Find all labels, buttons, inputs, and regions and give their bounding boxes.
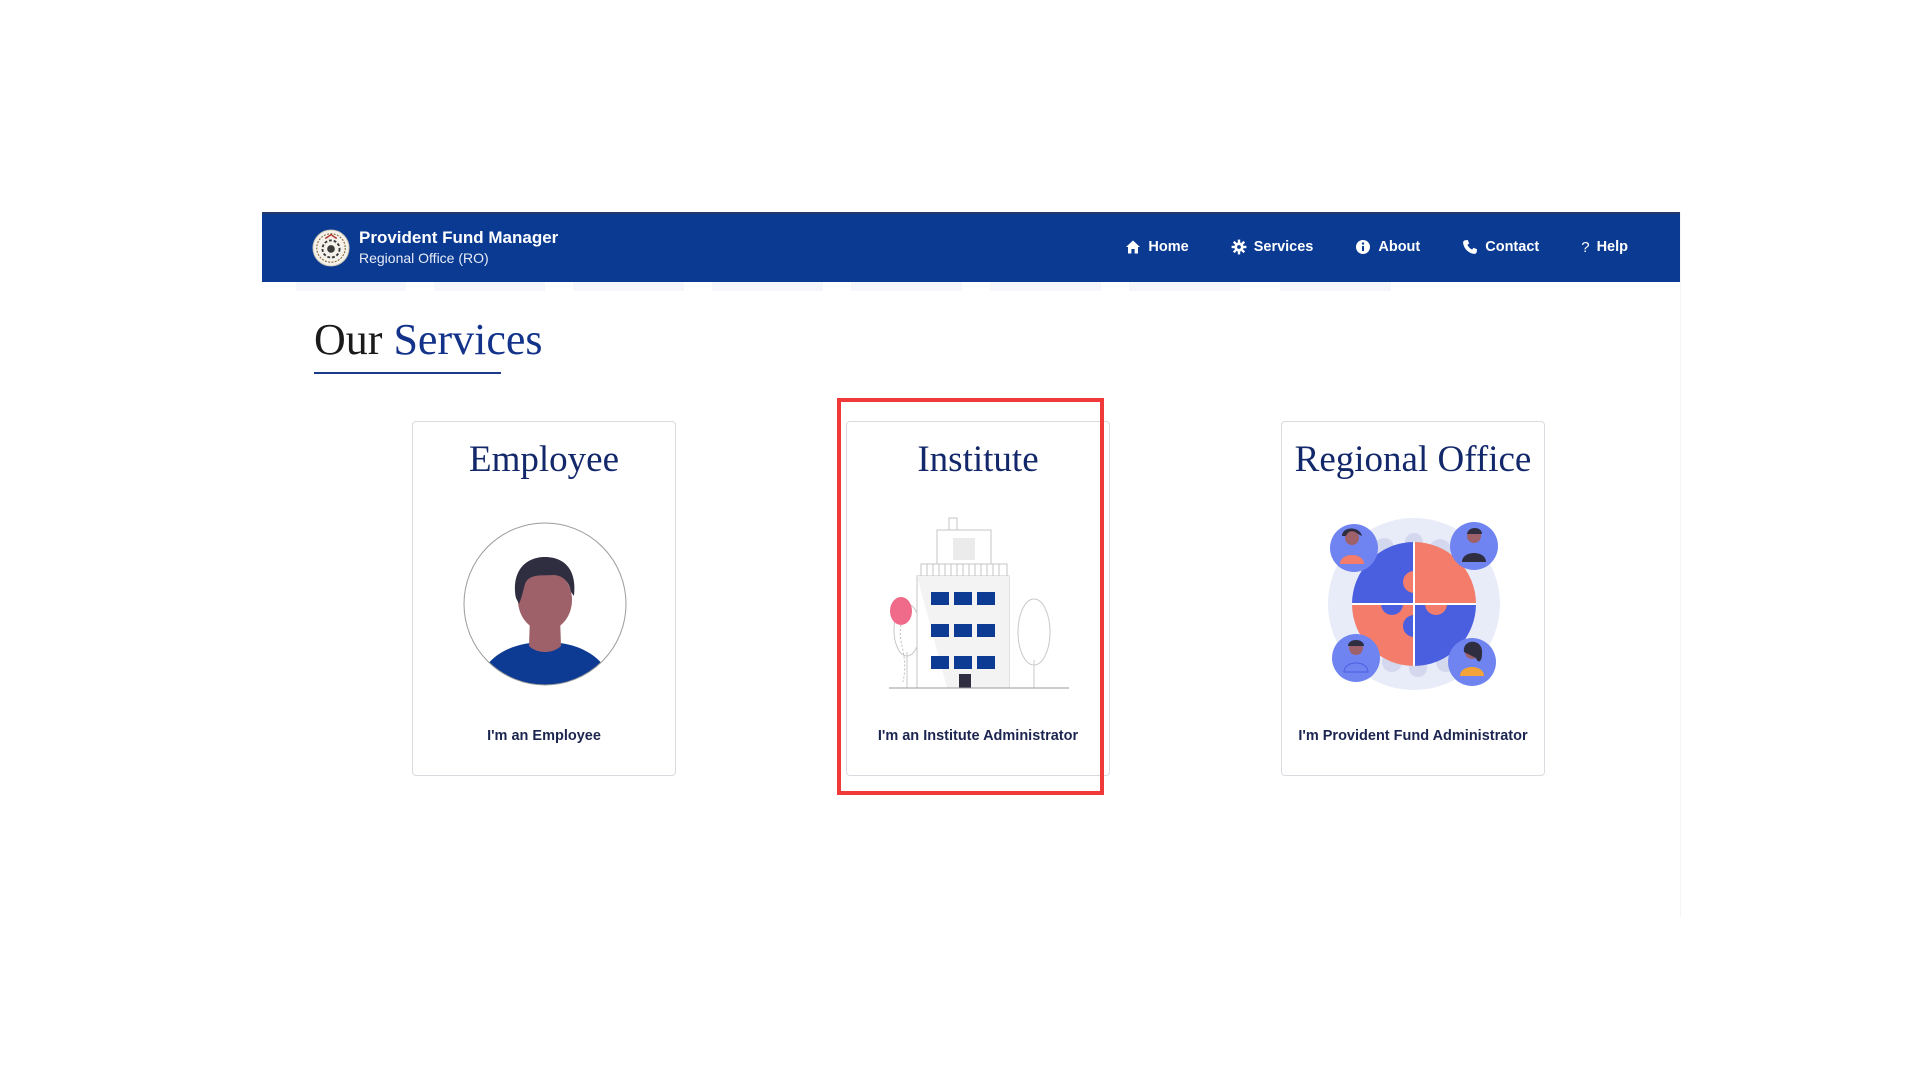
nav-about-label: About (1378, 239, 1421, 255)
subtab (573, 282, 684, 291)
brand[interactable]: Provident Fund Manager Regional Office (… (312, 228, 558, 268)
nav-services[interactable]: Services (1231, 239, 1314, 255)
subtab (712, 282, 823, 291)
card-caption: I'm an Employee (487, 728, 601, 744)
employee-card[interactable]: Employee I'm an Employee (412, 421, 676, 776)
subtab (434, 282, 545, 291)
subtab (296, 282, 406, 291)
nav-help-label: Help (1596, 239, 1628, 255)
page-title-accent: Services (393, 315, 543, 364)
title-underline (314, 372, 501, 374)
nav-help[interactable]: ? Help (1581, 239, 1628, 256)
emblem-icon (312, 229, 350, 267)
page-title-plain: Our (314, 315, 383, 364)
nav-services-label: Services (1253, 239, 1314, 255)
phone-icon (1463, 240, 1478, 254)
question-icon: ? (1581, 238, 1590, 256)
puzzle-team-illustration (1328, 518, 1500, 690)
nav-home[interactable]: Home (1125, 239, 1189, 255)
home-icon (1126, 240, 1141, 254)
brand-subtitle: Regional Office (RO) (359, 250, 489, 266)
nav-menu: Home Services About Contact ? Help (1083, 214, 1628, 280)
info-icon (1356, 240, 1371, 254)
nav-about[interactable]: About (1355, 239, 1420, 255)
gear-icon (1231, 239, 1247, 255)
subtab (990, 282, 1101, 291)
card-title: Employee (468, 439, 619, 480)
subtab (851, 282, 962, 291)
page-title: Our Services (314, 314, 543, 365)
brand-title: Provident Fund Manager (359, 228, 559, 247)
card-title: Regional Office (1294, 439, 1532, 480)
card-caption: I'm Provident Fund Administrator (1298, 728, 1528, 744)
subtab (1129, 282, 1240, 291)
regional-office-card[interactable]: Regional Office I'm Provident Fund Admin… (1281, 421, 1545, 776)
selection-highlight (837, 398, 1104, 795)
employee-avatar-illustration (463, 522, 627, 686)
nav-home-label: Home (1148, 239, 1189, 255)
top-navbar: Provident Fund Manager Regional Office (… (262, 212, 1680, 282)
nav-contact-label: Contact (1485, 239, 1540, 255)
subtab (1280, 282, 1391, 291)
nav-contact[interactable]: Contact (1462, 239, 1539, 255)
